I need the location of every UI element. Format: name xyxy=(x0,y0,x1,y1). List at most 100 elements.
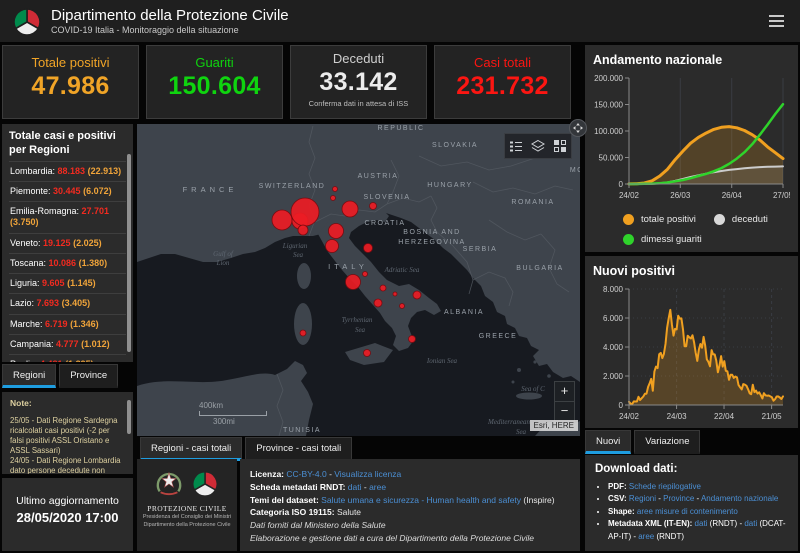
map-toolbar xyxy=(504,133,572,159)
stat-casi-totali: Casi totali 231.732 xyxy=(434,45,571,119)
case-bubble[interactable] xyxy=(363,272,368,277)
link[interactable]: dati xyxy=(744,519,757,528)
case-bubble[interactable] xyxy=(364,244,373,253)
stat-label: Guariti xyxy=(147,55,282,70)
case-bubble[interactable] xyxy=(300,330,306,336)
tab-regioni[interactable]: Regioni xyxy=(2,364,56,388)
svg-text:6.000: 6.000 xyxy=(603,314,624,323)
map-label: SLOVENIA xyxy=(363,194,410,201)
protezione-civile-trilobe-icon xyxy=(191,468,219,498)
logo-box: PROTEZIONE CIVILE Presidenza del Consigl… xyxy=(137,459,237,551)
case-bubble[interactable] xyxy=(374,299,382,307)
link[interactable]: dati xyxy=(695,519,708,528)
case-bubble[interactable] xyxy=(370,203,377,210)
field-label: Licenza: xyxy=(250,469,286,479)
italy-map[interactable]: REPUBLICSLOVAKIAMOAUSTRIAHUNGARYSWITZERL… xyxy=(137,124,580,436)
nuovi-positivi-chart: 02.0004.0006.0008.00024/0224/0322/0421/0… xyxy=(593,282,790,422)
download-title: Download dati: xyxy=(595,463,788,475)
case-bubble[interactable] xyxy=(413,291,421,299)
case-bubble[interactable] xyxy=(333,187,338,192)
zoom-out-button[interactable]: − xyxy=(554,401,575,422)
case-bubble[interactable] xyxy=(298,225,308,235)
case-bubble[interactable] xyxy=(400,304,405,309)
download-item: Shape: aree misure di contenimento xyxy=(608,506,788,518)
case-bubble[interactable] xyxy=(331,196,336,201)
download-list: PDF: Schede riepilogativeCSV: Regioni - … xyxy=(608,481,788,543)
svg-text:50.000: 50.000 xyxy=(599,153,624,162)
case-bubble[interactable] xyxy=(380,285,386,291)
region-row[interactable]: Campania: 4.777 (1.012) xyxy=(9,334,126,354)
link[interactable]: Schede riepilogative xyxy=(629,482,701,491)
link[interactable]: CC-BY-4.0 xyxy=(286,469,326,479)
andamento-panel: Andamento nazionale 050.000100.000150.00… xyxy=(585,45,798,252)
license-info-panel: Licenza: CC-BY-4.0 - Visualizza licenzaS… xyxy=(240,459,580,551)
map-tabs: Regioni - casi totaliProvince - casi tot… xyxy=(140,437,352,461)
case-bubble[interactable] xyxy=(342,201,358,217)
case-bubble[interactable] xyxy=(326,240,339,253)
download-panel: Download dati: PDF: Schede riepilogative… xyxy=(585,455,798,551)
region-row[interactable]: Piemonte: 30.445 (6.072) xyxy=(9,181,126,201)
map-tab-province-casi-totali[interactable]: Province - casi totali xyxy=(245,437,352,461)
notes-scrollbar[interactable] xyxy=(127,400,131,434)
map-label: Sea of C xyxy=(521,385,545,393)
protezione-civile-logo-icon xyxy=(12,5,42,37)
svg-text:0: 0 xyxy=(619,180,624,189)
legend-dot xyxy=(623,214,634,225)
link[interactable]: aree xyxy=(638,532,654,541)
app-subtitle: COVID-19 Italia - Monitoraggio della sit… xyxy=(51,25,289,35)
link[interactable]: Province xyxy=(663,494,694,503)
link[interactable]: aree xyxy=(369,482,386,492)
region-row[interactable]: Liguria: 9.605 (1.145) xyxy=(9,273,126,293)
region-row[interactable]: Veneto: 19.125 (2.025) xyxy=(9,233,126,253)
note-line: 25/05 - Dati Regione Sardegna ricalcolat… xyxy=(10,416,125,456)
zoom-in-button[interactable]: + xyxy=(554,381,575,401)
link[interactable]: dati xyxy=(348,482,362,492)
link[interactable]: Regioni xyxy=(629,494,656,503)
link[interactable]: Andamento nazionale xyxy=(701,494,778,503)
nuovi-positivi-panel: Nuovi positivi 02.0004.0006.0008.00024/0… xyxy=(585,256,798,428)
svg-text:100.000: 100.000 xyxy=(594,127,623,136)
region-row[interactable]: Emilia-Romagna: 27.701 (3.750) xyxy=(9,201,126,233)
case-bubble[interactable] xyxy=(291,198,319,226)
map-label: Lion xyxy=(216,259,230,267)
legend-item: deceduti xyxy=(714,214,768,225)
region-row[interactable]: Marche: 6.719 (1.346) xyxy=(9,314,126,334)
tab-nuovi[interactable]: Nuovi xyxy=(585,430,631,454)
map-label: BULGARIA xyxy=(516,265,563,272)
link[interactable]: Salute umana e sicurezza - Human health … xyxy=(321,495,521,505)
region-row[interactable]: Lombardia: 88.183 (22.913) xyxy=(9,161,126,181)
svg-text:21/05: 21/05 xyxy=(762,412,783,421)
link[interactable]: aree misure di contenimento xyxy=(637,507,738,516)
scale-km: 400km xyxy=(199,401,267,410)
menu-icon[interactable] xyxy=(765,11,788,31)
legend-icon[interactable] xyxy=(505,134,527,158)
stat-label: Casi totali xyxy=(435,55,570,70)
region-row[interactable]: Lazio: 7.693 (3.405) xyxy=(9,293,126,313)
map-label: TUNISIA xyxy=(283,427,321,434)
layers-icon[interactable] xyxy=(527,134,549,158)
case-bubble[interactable] xyxy=(393,292,397,296)
map-label: Gulf of xyxy=(213,250,234,258)
case-bubble[interactable] xyxy=(272,210,292,230)
field-label: Temi del dataset: xyxy=(250,495,321,505)
case-bubble[interactable] xyxy=(329,224,344,239)
tab-variazione[interactable]: Variazione xyxy=(634,430,700,454)
basemap-icon[interactable] xyxy=(549,134,571,158)
info-line: Categoria ISO 19115: Salute xyxy=(250,506,570,519)
regions-scrollbar[interactable] xyxy=(127,154,131,352)
nuovi-tabs: NuoviVariazione xyxy=(585,430,700,454)
region-row[interactable]: Puglia: 4.481 (1.395) xyxy=(9,354,126,362)
stat-value: 33.142 xyxy=(291,68,426,97)
svg-text:200.000: 200.000 xyxy=(594,74,623,83)
expand-icon[interactable] xyxy=(569,119,587,137)
link[interactable]: Visualizza licenza xyxy=(334,469,401,479)
case-bubble[interactable] xyxy=(364,350,371,357)
region-row[interactable]: Toscana: 10.086 (1.380) xyxy=(9,253,126,273)
map-panel: REPUBLICSLOVAKIAMOAUSTRIAHUNGARYSWITZERL… xyxy=(137,124,580,436)
case-bubble[interactable] xyxy=(409,336,416,343)
andamento-legend: totale positividecedutidimessi guariti xyxy=(593,214,790,245)
tab-province[interactable]: Province xyxy=(59,364,118,388)
app-header: Dipartimento della Protezione Civile COV… xyxy=(0,0,800,42)
case-bubble[interactable] xyxy=(346,275,361,290)
map-tab-regioni-casi-totali[interactable]: Regioni - casi totali xyxy=(140,437,242,461)
